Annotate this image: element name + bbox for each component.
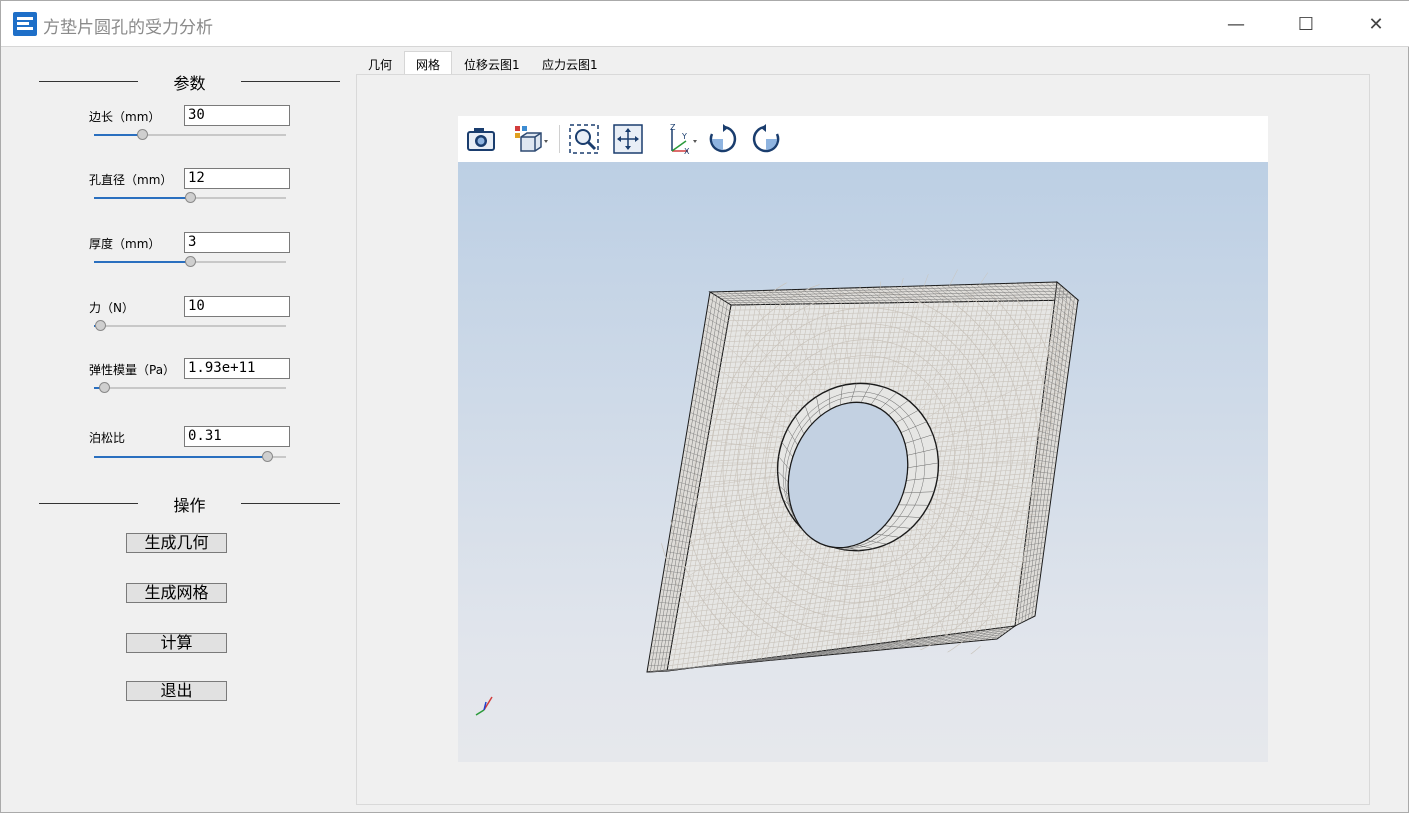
param-slider[interactable]	[94, 381, 286, 395]
param-input[interactable]: 12	[184, 168, 290, 189]
param-input[interactable]: 30	[184, 105, 290, 126]
zoom-box-icon[interactable]	[568, 123, 600, 155]
param-input[interactable]: 10	[184, 296, 290, 317]
camera-icon[interactable]	[465, 123, 497, 155]
washer-mesh-model	[475, 227, 1080, 716]
param-input[interactable]: 0.31	[184, 426, 290, 447]
params-group-title: 参数	[173, 74, 206, 93]
maximize-button[interactable]: ☐	[1271, 1, 1341, 47]
param-label: 泊松比	[89, 431, 126, 445]
axes-x-label: X	[684, 147, 690, 155]
param-label: 力（N）	[89, 301, 134, 315]
axes-z-label: Z	[670, 123, 676, 132]
param-label: 厚度（mm）	[89, 237, 161, 251]
axes-y-label: Y	[681, 132, 687, 141]
fit-all-icon[interactable]	[612, 123, 644, 155]
generate-geometry-button[interactable]: 生成几何	[126, 533, 227, 553]
slider-thumb[interactable]	[137, 129, 148, 140]
params-group-header: 参数	[39, 70, 340, 93]
app-icon	[13, 12, 37, 36]
main-window: 方垫片圆孔的受力分析 — ☐ ✕ 参数 边长（mm） 30 孔直径（mm） 12 厚度（…	[0, 0, 1409, 813]
param-label: 边长（mm）	[89, 110, 161, 124]
tab-displacement[interactable]: 位移云图1	[453, 52, 531, 74]
slider-thumb[interactable]	[94, 320, 106, 331]
tab-mesh[interactable]: 网格	[404, 51, 453, 75]
viewer-toolbar: Z Y X	[458, 116, 1268, 162]
3d-canvas[interactable]	[458, 162, 1268, 762]
param-input[interactable]: 3	[184, 232, 290, 253]
close-button[interactable]: ✕	[1341, 1, 1409, 47]
slider-thumb[interactable]	[185, 256, 196, 267]
axis-triad-icon	[475, 696, 493, 716]
param-slider[interactable]	[94, 128, 286, 142]
actions-group-title: 操作	[173, 496, 206, 515]
mesh-grid	[646, 227, 1080, 699]
param-slider[interactable]	[94, 319, 286, 333]
actions-group-header: 操作	[39, 492, 340, 515]
minimize-button[interactable]: —	[1201, 1, 1271, 47]
slider-thumb[interactable]	[185, 192, 196, 203]
tab-geometry[interactable]: 几何	[357, 52, 403, 74]
generate-mesh-button[interactable]: 生成网格	[126, 583, 227, 603]
param-slider[interactable]	[94, 191, 286, 205]
exit-button[interactable]: 退出	[126, 681, 227, 701]
rotate-cw-icon[interactable]	[707, 123, 739, 155]
view-cube-icon[interactable]	[513, 123, 553, 155]
tab-stress[interactable]: 应力云图1	[531, 52, 609, 74]
slider-thumb[interactable]	[98, 382, 110, 393]
3d-viewer: Z Y X	[458, 116, 1268, 762]
axes-icon[interactable]: Z Y X	[662, 123, 702, 155]
param-slider[interactable]	[94, 255, 286, 269]
param-input[interactable]: 1.93e+11	[184, 358, 290, 379]
window-title: 方垫片圆孔的受力分析	[43, 18, 213, 38]
compute-button[interactable]: 计算	[126, 633, 227, 653]
title-bar: 方垫片圆孔的受力分析 — ☐ ✕	[1, 1, 1409, 47]
param-slider[interactable]	[94, 450, 286, 464]
param-label: 孔直径（mm）	[89, 173, 173, 187]
slider-thumb[interactable]	[261, 451, 273, 462]
rotate-ccw-icon[interactable]	[750, 123, 782, 155]
param-label: 弹性模量（Pa）	[89, 363, 176, 377]
